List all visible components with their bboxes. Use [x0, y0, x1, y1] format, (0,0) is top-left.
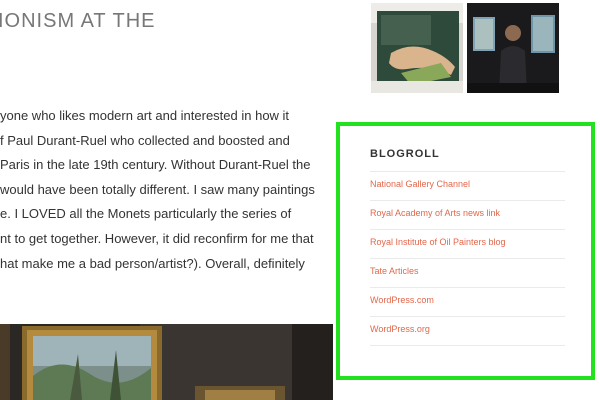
gallery-photo — [0, 324, 333, 400]
post-title: IONISM AT THE — [0, 10, 156, 32]
thumbnail-painting-reclining-figure[interactable] — [371, 3, 463, 93]
post-text-line: e. I LOVED all the Monets particularly t… — [0, 206, 292, 222]
post-text-line: would have been totally different. I saw… — [0, 181, 315, 197]
thumbnail-gallery-visitor[interactable] — [467, 3, 559, 93]
post-text-line: nt to get together. However, it did reco… — [0, 230, 314, 246]
post-text-line: hat make me a bad person/artist?). Overa… — [0, 255, 305, 271]
post-text-line: f Paul Durant-Ruel who collected and boo… — [0, 132, 290, 148]
post-body: yone who likes modern art and interested… — [0, 104, 330, 276]
post-text-line: yone who likes modern art and interested… — [0, 108, 290, 123]
post-text-line: Paris in the late 19th century. Without … — [0, 157, 311, 173]
highlight-box — [336, 122, 595, 380]
